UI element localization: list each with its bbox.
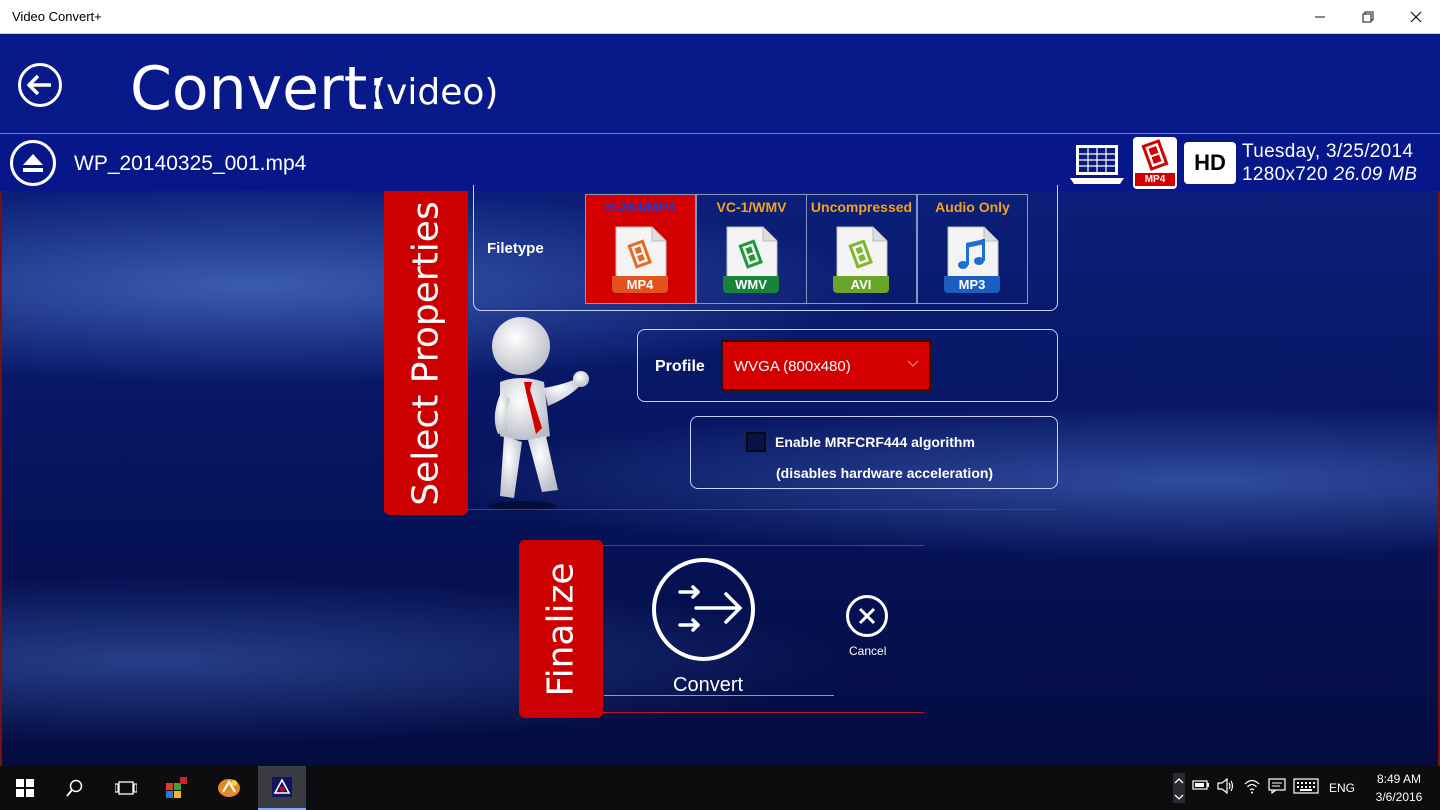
- file-info-bar: WP_20140325_001.mp4 MP4 HD Tuesday, 3/25…: [0, 133, 1440, 191]
- filetype-tag: AVI: [833, 276, 889, 293]
- windows-logo-icon: [16, 779, 34, 797]
- filetype-mp3-option[interactable]: Audio Only MP3: [917, 194, 1028, 304]
- eject-button[interactable]: [10, 140, 56, 186]
- task-view-icon: [115, 781, 137, 795]
- window-title: Video Convert+: [12, 9, 102, 24]
- back-button[interactable]: [18, 63, 62, 107]
- finalize-label: Finalize: [519, 540, 603, 718]
- restore-icon: [1362, 11, 1374, 23]
- search-button[interactable]: [51, 766, 99, 810]
- filetype-mp4-option[interactable]: H.264/MP4 MP4: [585, 194, 696, 304]
- presenter-figure-illustration: [488, 317, 589, 511]
- file-format-icon: MP4: [1133, 137, 1177, 189]
- filetype-caption: Audio Only: [935, 199, 1010, 215]
- app-header: Convert: (video): [0, 34, 1440, 133]
- file-resolution-size: 1280x720 26.09 MB: [1242, 164, 1417, 186]
- media-app-button[interactable]: [205, 766, 253, 810]
- cancel-button[interactable]: [846, 595, 888, 637]
- hd-badge: HD: [1184, 142, 1236, 184]
- media-app-icon: [218, 779, 240, 797]
- close-icon: [858, 607, 876, 625]
- close-icon: [1410, 11, 1422, 23]
- file-resolution: 1280x720: [1242, 164, 1328, 185]
- filetype-tag: MP3: [944, 276, 1000, 293]
- arrow-left-icon: [27, 74, 51, 96]
- wmv-file-icon: WMV: [723, 225, 779, 293]
- title-bar: Video Convert+: [0, 0, 1440, 34]
- page-title: Convert:: [130, 54, 388, 124]
- algorithm-note: (disables hardware acceleration): [776, 465, 994, 481]
- filetype-caption: H.264/MP4: [605, 199, 676, 215]
- page-subtitle: (video): [372, 72, 499, 113]
- action-center-icon[interactable]: [1268, 778, 1286, 794]
- file-format-tag: MP4: [1135, 173, 1175, 186]
- profile-value: WVGA (800x480): [734, 358, 851, 375]
- filetype-caption: VC-1/WMV: [716, 199, 787, 215]
- mp3-file-icon: MP3: [944, 225, 1000, 293]
- search-icon: [66, 779, 83, 797]
- clock-date[interactable]: 3/6/2016: [1372, 790, 1426, 804]
- cancel-label: Cancel: [849, 644, 887, 658]
- chevron-down-icon: [907, 360, 919, 367]
- start-button[interactable]: [1, 766, 49, 810]
- convert-label: Convert: [673, 674, 744, 696]
- keyboard-icon[interactable]: [1293, 778, 1319, 794]
- filetype-avi-option[interactable]: Uncompressed AVI: [806, 194, 917, 304]
- convert-button[interactable]: [652, 558, 755, 661]
- algorithm-label: Enable MRFCRF444 algorithm: [775, 434, 975, 450]
- file-name: WP_20140325_001.mp4: [74, 152, 307, 175]
- minimize-icon: [1315, 16, 1325, 18]
- algorithm-checkbox[interactable]: [746, 432, 766, 452]
- eject-icon: [23, 154, 43, 172]
- video-convert-app-icon: [272, 777, 292, 797]
- show-hidden-icons-button[interactable]: [1170, 766, 1188, 810]
- filetype-tag: MP4: [612, 276, 668, 293]
- file-date: Tuesday, 3/25/2014: [1242, 141, 1414, 162]
- minimize-button[interactable]: [1296, 0, 1344, 34]
- filetype-label: Filetype: [487, 240, 544, 257]
- select-properties-text: Select Properties: [405, 200, 447, 506]
- chevron-up-icon: [1173, 773, 1185, 803]
- file-size: 26.09 MB: [1333, 164, 1418, 185]
- input-language[interactable]: ENG: [1329, 781, 1355, 795]
- avi-file-icon: AVI: [833, 225, 889, 293]
- store-tiles-icon: [166, 777, 187, 798]
- wifi-icon[interactable]: [1244, 778, 1260, 794]
- battery-icon[interactable]: [1192, 778, 1210, 792]
- finalize-text: Finalize: [540, 561, 582, 697]
- convert-underline: [604, 695, 834, 696]
- close-button[interactable]: [1392, 0, 1440, 34]
- finalize-top-line: [603, 545, 924, 546]
- filetype-tag: WMV: [723, 276, 779, 293]
- convert-arrows-icon: [678, 585, 742, 632]
- filetype-caption: Uncompressed: [810, 199, 913, 215]
- profile-dropdown[interactable]: WVGA (800x480): [721, 340, 931, 391]
- task-view-button[interactable]: [102, 766, 150, 810]
- filetype-wmv-option[interactable]: VC-1/WMV WMV: [696, 194, 807, 304]
- select-properties-label: Select Properties: [384, 191, 468, 515]
- section-divider: [468, 509, 1058, 510]
- taskbar: ENG 8:49 AM 3/6/2016: [0, 766, 1440, 810]
- video-convert-taskbar-button[interactable]: [258, 766, 306, 810]
- restore-button[interactable]: [1344, 0, 1392, 34]
- clock-time[interactable]: 8:49 AM: [1372, 772, 1426, 786]
- volume-icon[interactable]: [1217, 778, 1235, 794]
- mp4-file-icon: MP4: [612, 225, 668, 293]
- film-icon: [1141, 139, 1169, 171]
- laptop-icon: [1070, 145, 1124, 184]
- finalize-bottom-line: [603, 712, 924, 713]
- profile-label: Profile: [655, 358, 705, 375]
- store-app-button[interactable]: [153, 766, 201, 810]
